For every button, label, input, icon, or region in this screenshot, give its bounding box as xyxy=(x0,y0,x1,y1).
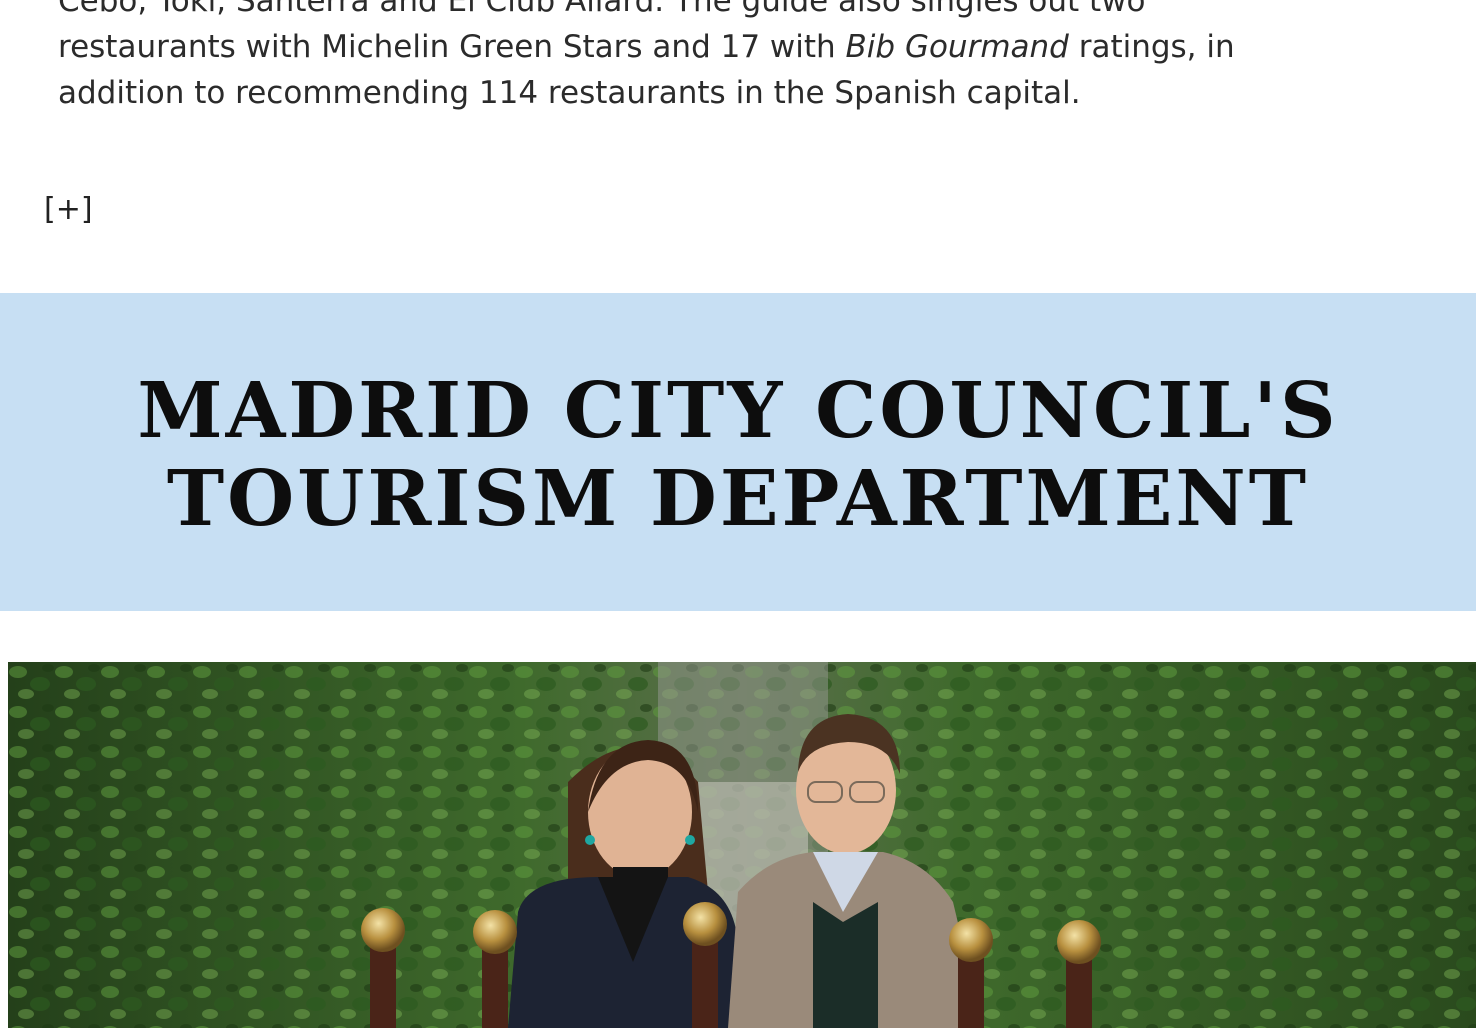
intro-line-2: restaurants with Michelin Green Stars an… xyxy=(58,24,1458,70)
article-photo xyxy=(8,662,1476,1028)
article-intro-paragraph: Cebo, Toki, Santerra and El Club Allard.… xyxy=(58,0,1458,116)
intro-line-2-end: ratings, in xyxy=(1068,29,1235,65)
photo-illustration xyxy=(8,662,1476,1028)
bib-gourmand-emphasis: Bib Gourmand xyxy=(845,29,1069,65)
banner-title-line-2: Tourism Department xyxy=(166,454,1310,544)
banner-title: Madrid City Council's Tourism Department xyxy=(137,367,1338,543)
banner-title-line-1: Madrid City Council's xyxy=(137,366,1339,456)
expand-toggle-button[interactable]: [+] xyxy=(44,190,93,230)
section-banner: Madrid City Council's Tourism Department xyxy=(0,293,1476,611)
intro-line-3: addition to recommending 114 restaurants… xyxy=(58,75,1081,111)
intro-line-1: Cebo, Toki, Santerra and El Club Allard.… xyxy=(58,0,1146,19)
intro-line-2-start: restaurants with Michelin Green Stars an… xyxy=(58,29,846,65)
